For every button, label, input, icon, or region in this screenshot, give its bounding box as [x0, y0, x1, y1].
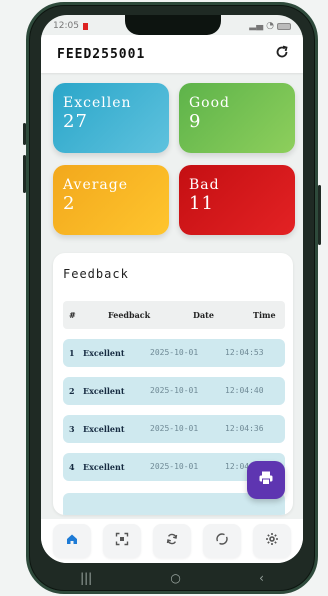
status-time: 12:05	[53, 21, 79, 31]
excellent-card[interactable]: Excellen 27	[53, 83, 169, 153]
row-feedback: Excellent	[83, 348, 125, 358]
nav-sync-button[interactable]	[153, 524, 191, 558]
recents-icon[interactable]: |||	[80, 571, 92, 585]
average-card[interactable]: Average 2	[53, 165, 169, 235]
row-date: 2025-10-01	[150, 348, 199, 357]
row-date: 2025-10-01	[150, 386, 199, 395]
notification-icon	[82, 22, 88, 30]
column-header-time: Time	[253, 310, 276, 320]
row-num: 3	[69, 424, 75, 434]
qr-scan-icon	[115, 532, 129, 550]
phone-side-button	[23, 155, 26, 193]
column-header-feedback: Feedback	[108, 310, 151, 320]
back-icon[interactable]: ‹	[259, 571, 264, 585]
good-label: Good	[189, 95, 231, 111]
bad-count: 11	[189, 193, 214, 214]
phone-side-button	[23, 123, 26, 145]
average-count: 2	[63, 193, 76, 214]
average-label: Average	[63, 177, 129, 193]
table-row[interactable]: 3 Excellent 2025-10-01 12:04:36	[63, 415, 285, 443]
row-time: 12:04:53	[225, 348, 264, 357]
print-button[interactable]	[247, 461, 285, 499]
sync-icon	[165, 532, 179, 550]
excellent-count: 27	[63, 111, 88, 132]
bad-card[interactable]: Bad 11	[179, 165, 295, 235]
row-time: 12:04	[225, 462, 250, 471]
circle-arrows-icon	[215, 532, 229, 550]
excellent-label: Excellen	[63, 95, 132, 111]
good-count: 9	[189, 111, 202, 132]
table-header: # Feedback Date Time	[63, 301, 285, 329]
table-row[interactable]: 1 Excellent 2025-10-01 12:04:53	[63, 339, 285, 367]
good-card[interactable]: Good 9	[179, 83, 295, 153]
app-screen: 12:05 ▂▄ ◔ FEED255001 Excellen 27 Good 9…	[41, 15, 303, 563]
signal-icon: ▂▄	[249, 21, 264, 31]
row-num: 1	[69, 348, 75, 358]
phone-side-button	[318, 185, 321, 245]
refresh-icon[interactable]	[275, 45, 289, 63]
table-row[interactable]: 2 Excellent 2025-10-01 12:04:40	[63, 377, 285, 405]
row-time: 12:04:40	[225, 386, 264, 395]
row-date: 2025-10-01	[150, 462, 199, 471]
status-bar: 12:05 ▂▄ ◔	[53, 19, 291, 33]
nav-home-button[interactable]	[53, 524, 91, 558]
row-feedback: Excellent	[83, 424, 125, 434]
home-circle-icon[interactable]: ○	[170, 571, 180, 585]
feedback-title: Feedback	[63, 267, 129, 281]
phone-frame: 12:05 ▂▄ ◔ FEED255001 Excellen 27 Good 9…	[23, 2, 321, 594]
wifi-icon: ◔	[266, 21, 274, 31]
battery-icon	[277, 22, 291, 30]
print-icon	[258, 470, 274, 490]
column-header-date: Date	[193, 310, 214, 320]
app-header: FEED255001	[41, 35, 303, 73]
row-time: 12:04:36	[225, 424, 264, 433]
row-num: 2	[69, 386, 75, 396]
bottom-nav	[41, 519, 303, 563]
row-feedback: Excellent	[83, 386, 125, 396]
row-feedback: Excellent	[83, 462, 125, 472]
column-header-num: #	[69, 310, 76, 320]
nav-settings-button[interactable]	[253, 524, 291, 558]
nav-rotate-button[interactable]	[203, 524, 241, 558]
bad-label: Bad	[189, 177, 220, 193]
home-icon	[65, 532, 79, 550]
row-date: 2025-10-01	[150, 424, 199, 433]
settings-gear-icon	[265, 532, 279, 550]
page-title: FEED255001	[57, 46, 146, 62]
row-num: 4	[69, 462, 75, 472]
system-nav-bar: ||| ○ ‹	[41, 567, 303, 589]
nav-scan-button[interactable]	[103, 524, 141, 558]
